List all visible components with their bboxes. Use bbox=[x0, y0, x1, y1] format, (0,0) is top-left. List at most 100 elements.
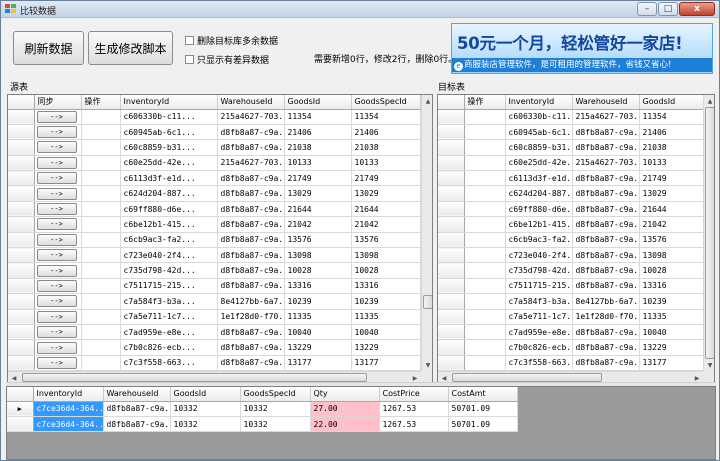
sync-row-button[interactable]: --> bbox=[36, 187, 77, 200]
row-header[interactable] bbox=[8, 185, 35, 202]
maximize-button[interactable]: □ bbox=[658, 2, 678, 16]
table-row[interactable]: -->c7a584f3-b3a...8e4127bb-6a7...1023910… bbox=[8, 293, 432, 310]
action-cell[interactable] bbox=[81, 247, 121, 264]
table-row[interactable]: -->c7ad959e-e8e...d8fb8a87-c9a...1004010… bbox=[8, 324, 432, 341]
grid-cell[interactable]: d8fb8a87-c9a... bbox=[572, 124, 640, 141]
detail-grid[interactable]: InventoryId WarehouseId GoodsId GoodsSpecId… bbox=[6, 386, 716, 460]
table-row[interactable]: -->c6cb9ac3-fa2...d8fb8a87-c9a...1357613… bbox=[8, 232, 432, 249]
grid-cell[interactable]: 10332 bbox=[170, 416, 241, 433]
grid-cell[interactable]: d8fb8a87-c9a... bbox=[103, 401, 171, 417]
grid-cell[interactable]: d8fb8a87-c9a... bbox=[572, 278, 640, 295]
scroll-up-arrow-icon[interactable]: ▲ bbox=[422, 95, 432, 107]
row-header[interactable] bbox=[8, 155, 35, 172]
grid-cell[interactable]: c7b0c826-ecb... bbox=[120, 339, 218, 356]
grid-cell[interactable]: 1267.53 bbox=[379, 416, 449, 433]
grid-cell[interactable]: d8fb8a87-c9a... bbox=[572, 262, 640, 279]
table-row[interactable]: -->c7b0c826-ecb...d8fb8a87-c9a...1322913… bbox=[8, 339, 432, 356]
sync-row-button[interactable]: --> bbox=[36, 326, 77, 339]
delete-extra-checkbox[interactable]: 删除目标库多余数据 bbox=[185, 34, 278, 47]
grid-cell[interactable]: c60e25dd-42e... bbox=[120, 155, 218, 172]
table-row[interactable]: -->c69ff880-d6e...d8fb8a87-c9a...2164421… bbox=[8, 201, 432, 218]
grid-cell[interactable]: 1e1f28d0-f70... bbox=[572, 309, 640, 325]
grid-cell[interactable]: d8fb8a87-c9a... bbox=[217, 201, 285, 218]
grid-cell[interactable]: d8fb8a87-c9a... bbox=[217, 247, 285, 264]
grid-cell[interactable]: d8fb8a87-c9a... bbox=[217, 216, 285, 233]
ad-banner[interactable]: 50元一个月，轻松管好一家店! e 商服装店管理软件，是可租用的管理软件，省钱又省… bbox=[451, 23, 713, 74]
grid-cell[interactable]: d8fb8a87-c9a... bbox=[217, 278, 285, 295]
grid-cell[interactable]: c6cb9ac3-fa2... bbox=[120, 232, 218, 249]
target-vertical-scrollbar[interactable]: ▲ ▼ bbox=[703, 95, 714, 371]
row-header[interactable] bbox=[438, 339, 465, 356]
action-cell[interactable] bbox=[81, 124, 121, 141]
grid-cell[interactable]: d8fb8a87-c9a... bbox=[572, 201, 640, 218]
action-cell[interactable] bbox=[464, 201, 506, 218]
action-cell[interactable] bbox=[81, 201, 121, 218]
action-cell[interactable] bbox=[464, 293, 506, 310]
action-cell[interactable] bbox=[464, 139, 506, 156]
grid-cell[interactable]: 215a4627-703... bbox=[217, 155, 285, 172]
grid-cell[interactable]: 13177 bbox=[639, 355, 704, 372]
scrollbar-thumb[interactable] bbox=[423, 295, 432, 309]
table-row[interactable]: c735d798-42d...d8fb8a87-c9a...10028 bbox=[438, 262, 704, 279]
action-cell[interactable] bbox=[464, 109, 506, 125]
grid-cell[interactable]: 13229 bbox=[284, 339, 352, 356]
grid-cell[interactable]: 13177 bbox=[284, 355, 352, 372]
row-header[interactable] bbox=[8, 170, 35, 187]
grid-cell[interactable]: 13316 bbox=[351, 278, 421, 295]
grid-cell[interactable]: 21038 bbox=[639, 139, 704, 156]
grid-cell[interactable]: 21644 bbox=[639, 201, 704, 218]
sync-row-button[interactable]: --> bbox=[36, 356, 77, 369]
row-header[interactable] bbox=[438, 216, 465, 233]
action-cell[interactable] bbox=[464, 324, 506, 341]
grid-cell[interactable]: c7a5e711-1c7... bbox=[120, 309, 218, 325]
sync-row-button[interactable]: --> bbox=[36, 156, 77, 169]
table-row[interactable]: c60945ab-6c1...d8fb8a87-c9a...21406 bbox=[438, 124, 704, 141]
row-header[interactable] bbox=[7, 416, 34, 433]
action-cell[interactable] bbox=[81, 309, 121, 325]
grid-cell[interactable]: 10040 bbox=[284, 324, 352, 341]
table-row[interactable]: c7511715-215...d8fb8a87-c9a...13316 bbox=[438, 278, 704, 295]
row-header[interactable] bbox=[8, 278, 35, 295]
sync-row-button[interactable]: --> bbox=[36, 249, 77, 262]
generate-script-button[interactable]: 生成修改脚本 bbox=[88, 31, 173, 65]
grid-cell[interactable]: 10040 bbox=[639, 324, 704, 341]
action-cell[interactable] bbox=[464, 216, 506, 233]
table-row[interactable]: c6113d3f-e1d...d8fb8a87-c9a...21749 bbox=[438, 170, 704, 187]
grid-cell[interactable]: 10133 bbox=[351, 155, 421, 172]
grid-cell[interactable]: 215a4627-703... bbox=[217, 109, 285, 125]
scrollbar-thumb[interactable] bbox=[705, 107, 714, 359]
row-header[interactable] bbox=[8, 339, 35, 356]
row-header[interactable] bbox=[438, 324, 465, 341]
grid-cell[interactable]: d8fb8a87-c9a... bbox=[217, 232, 285, 249]
scrollbar-thumb[interactable] bbox=[452, 373, 602, 382]
grid-cell[interactable]: d8fb8a87-c9a... bbox=[217, 124, 285, 141]
grid-cell[interactable]: 1e1f28d0-f70... bbox=[217, 309, 285, 325]
row-header[interactable] bbox=[8, 201, 35, 218]
grid-cell[interactable]: c624d204-887... bbox=[505, 185, 573, 202]
grid-cell[interactable]: d8fb8a87-c9a... bbox=[217, 170, 285, 187]
grid-cell[interactable]: 10332 bbox=[240, 416, 311, 433]
source-grid[interactable]: 同步 操作 InventoryId WarehouseId GoodsId GoodsSp… bbox=[7, 94, 433, 383]
grid-cell[interactable]: c7c3f558-663... bbox=[505, 355, 573, 372]
grid-cell[interactable]: d8fb8a87-c9a... bbox=[572, 139, 640, 156]
refresh-data-button[interactable]: 刷新数据 bbox=[13, 31, 84, 65]
grid-cell[interactable]: 13576 bbox=[284, 232, 352, 249]
grid-cell[interactable]: c7511715-215... bbox=[505, 278, 573, 295]
sync-row-button[interactable]: --> bbox=[36, 126, 77, 139]
table-row[interactable]: c7c3f558-663...d8fb8a87-c9a...13177 bbox=[438, 355, 704, 372]
action-cell[interactable] bbox=[81, 155, 121, 172]
action-cell[interactable] bbox=[464, 124, 506, 141]
row-header[interactable] bbox=[438, 185, 465, 202]
table-row[interactable]: c7b0c826-ecb...d8fb8a87-c9a...13229 bbox=[438, 339, 704, 356]
column-header-goodsid[interactable]: GoodsId bbox=[284, 95, 352, 110]
sync-row-button[interactable]: --> bbox=[36, 341, 77, 354]
grid-cell[interactable]: c6113d3f-e1d... bbox=[120, 170, 218, 187]
table-row[interactable]: c69ff880-d6e...d8fb8a87-c9a...21644 bbox=[438, 201, 704, 218]
row-header[interactable] bbox=[8, 247, 35, 264]
grid-cell[interactable]: c6cb9ac3-fa2... bbox=[505, 232, 573, 249]
grid-cell[interactable]: 21406 bbox=[284, 124, 352, 141]
grid-cell[interactable]: 21644 bbox=[351, 201, 421, 218]
action-cell[interactable] bbox=[464, 232, 506, 249]
grid-cell[interactable]: 13029 bbox=[284, 185, 352, 202]
sync-row-button[interactable]: --> bbox=[36, 295, 77, 308]
